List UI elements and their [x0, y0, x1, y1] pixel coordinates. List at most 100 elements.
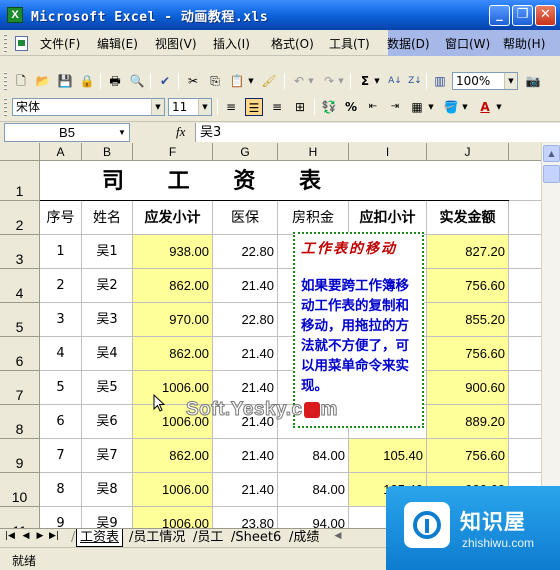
decrease-indent-icon[interactable]: ⇤ — [364, 98, 382, 116]
sheet-tab-staff-info[interactable]: /员工情况 — [126, 529, 188, 547]
chevron-down-icon[interactable]: ▼ — [151, 99, 164, 115]
paste-dropdown-icon[interactable]: ▼ — [246, 72, 256, 90]
open-icon[interactable]: 📂 — [34, 72, 52, 90]
cell-j5[interactable]: 855.20 — [427, 303, 509, 337]
cell-a7[interactable]: 5 — [40, 371, 82, 405]
cut-icon[interactable]: ✂ — [184, 72, 202, 90]
row-header-7[interactable]: 7 — [0, 371, 40, 405]
row-header-6[interactable]: 6 — [0, 337, 40, 371]
toolbar-grip[interactable] — [4, 72, 7, 90]
empty-cell[interactable] — [509, 201, 541, 235]
row-header-3[interactable]: 3 — [0, 235, 40, 269]
align-right-icon[interactable]: ≡ — [268, 98, 286, 116]
header-cell-f[interactable]: 应发小计 — [133, 201, 213, 235]
cell-g11[interactable]: 23.80 — [213, 507, 278, 528]
cell-b9[interactable]: 吴7 — [82, 439, 133, 473]
column-header-f[interactable]: F — [133, 143, 213, 161]
font-size-select[interactable]: 11 ▼ — [168, 98, 212, 116]
font-color-dropdown-icon[interactable]: ▼ — [494, 98, 504, 116]
header-cell-i[interactable]: 应扣小计 — [349, 201, 427, 235]
cell-h10[interactable]: 84.00 — [278, 473, 349, 507]
sort-ascending-icon[interactable]: A↓ — [386, 72, 404, 90]
function-icon[interactable]: fx — [176, 124, 185, 140]
empty-cell[interactable] — [509, 161, 541, 201]
new-icon[interactable]: 🗋 — [12, 72, 30, 90]
cell-f4[interactable]: 862.00 — [133, 269, 213, 303]
row-header-8[interactable]: 8 — [0, 405, 40, 439]
empty-cell[interactable] — [509, 371, 541, 405]
cell-j6[interactable]: 756.60 — [427, 337, 509, 371]
select-all-corner[interactable] — [0, 143, 40, 161]
row-header-9[interactable]: 9 — [0, 439, 40, 473]
header-cell-h[interactable]: 房积金 — [278, 201, 349, 235]
cell-g6[interactable]: 21.40 — [213, 337, 278, 371]
cell-g3[interactable]: 22.80 — [213, 235, 278, 269]
first-sheet-icon[interactable]: |◀ — [4, 531, 16, 541]
format-painter-icon[interactable]: 🖌 — [260, 72, 278, 90]
empty-cell[interactable] — [509, 303, 541, 337]
borders-dropdown-icon[interactable]: ▼ — [426, 98, 436, 116]
cell-a8[interactable]: 6 — [40, 405, 82, 439]
title-bar[interactable]: X Microsoft Excel - 动画教程.xls _ ❐ ✕ — [0, 0, 560, 30]
cell-g5[interactable]: 22.80 — [213, 303, 278, 337]
row-header-2[interactable]: 2 — [0, 201, 40, 235]
cell-f6[interactable]: 862.00 — [133, 337, 213, 371]
cell-g9[interactable]: 21.40 — [213, 439, 278, 473]
cell-h9[interactable]: 84.00 — [278, 439, 349, 473]
cell-b10[interactable]: 吴8 — [82, 473, 133, 507]
copy-icon[interactable]: ⎘ — [206, 72, 224, 90]
empty-cell[interactable] — [509, 405, 541, 439]
percent-icon[interactable]: % — [342, 98, 360, 116]
cell-b7[interactable]: 吴5 — [82, 371, 133, 405]
empty-cell[interactable] — [509, 337, 541, 371]
cell-h11[interactable]: 94.00 — [278, 507, 349, 528]
column-header-b[interactable]: B — [82, 143, 133, 161]
minimize-button[interactable]: _ — [489, 5, 510, 26]
cell-b6[interactable]: 吴4 — [82, 337, 133, 371]
cell-a6[interactable]: 4 — [40, 337, 82, 371]
column-header-h[interactable]: H — [278, 143, 349, 161]
header-cell-a[interactable]: 序号 — [40, 201, 82, 235]
cell-g10[interactable]: 21.40 — [213, 473, 278, 507]
menu-window[interactable]: 窗口(W) — [445, 35, 490, 52]
menu-data[interactable]: 数据(D) — [387, 35, 430, 52]
sheet-title[interactable]: 司 工 资 表 — [40, 161, 509, 201]
menu-view[interactable]: 视图(V) — [155, 35, 197, 52]
menu-insert[interactable]: 插入(I) — [213, 35, 250, 52]
empty-cell[interactable] — [509, 439, 541, 473]
camera-icon[interactable]: 📷 — [524, 72, 542, 90]
sheet-tab-salary[interactable]: 工资表 — [76, 529, 124, 547]
cell-j7[interactable]: 900.60 — [427, 371, 509, 405]
header-cell-g[interactable]: 医保 — [213, 201, 278, 235]
cell-g4[interactable]: 21.40 — [213, 269, 278, 303]
formula-input[interactable]: 吴3 — [195, 123, 560, 142]
workbook-icon[interactable] — [15, 36, 28, 51]
header-cell-b[interactable]: 姓名 — [82, 201, 133, 235]
column-header-a[interactable]: A — [40, 143, 82, 161]
tab-split-icon[interactable]: ◀ — [332, 531, 344, 541]
column-header-i[interactable]: I — [349, 143, 427, 161]
align-center-icon[interactable]: ☰ — [245, 98, 263, 116]
prev-sheet-icon[interactable]: ◀ — [20, 531, 32, 541]
cell-f10[interactable]: 1006.00 — [133, 473, 213, 507]
menu-help[interactable]: 帮助(H) — [503, 35, 545, 52]
menu-file[interactable]: 文件(F) — [40, 35, 80, 52]
toolbar-grip[interactable] — [4, 98, 7, 116]
restore-button[interactable]: ❐ — [512, 5, 533, 26]
autosum-dropdown-icon[interactable]: ▼ — [372, 72, 382, 90]
cell-b8[interactable]: 吴6 — [82, 405, 133, 439]
name-box[interactable]: B5 ▼ — [4, 123, 130, 142]
cell-f5[interactable]: 970.00 — [133, 303, 213, 337]
vertical-scrollbar[interactable]: ▲ — [541, 143, 560, 528]
row-header-11[interactable]: 11 — [0, 507, 40, 528]
redo-dropdown-icon[interactable]: ▼ — [336, 72, 346, 90]
row-header-10[interactable]: 10 — [0, 473, 40, 507]
cell-a4[interactable]: 2 — [40, 269, 82, 303]
cell-j8[interactable]: 889.20 — [427, 405, 509, 439]
empty-cell[interactable] — [509, 269, 541, 303]
menu-format[interactable]: 格式(O) — [271, 35, 314, 52]
save-icon[interactable]: 💾 — [56, 72, 74, 90]
column-header-j[interactable]: J — [427, 143, 509, 161]
increase-indent-icon[interactable]: ⇥ — [386, 98, 404, 116]
fill-color-dropdown-icon[interactable]: ▼ — [460, 98, 470, 116]
